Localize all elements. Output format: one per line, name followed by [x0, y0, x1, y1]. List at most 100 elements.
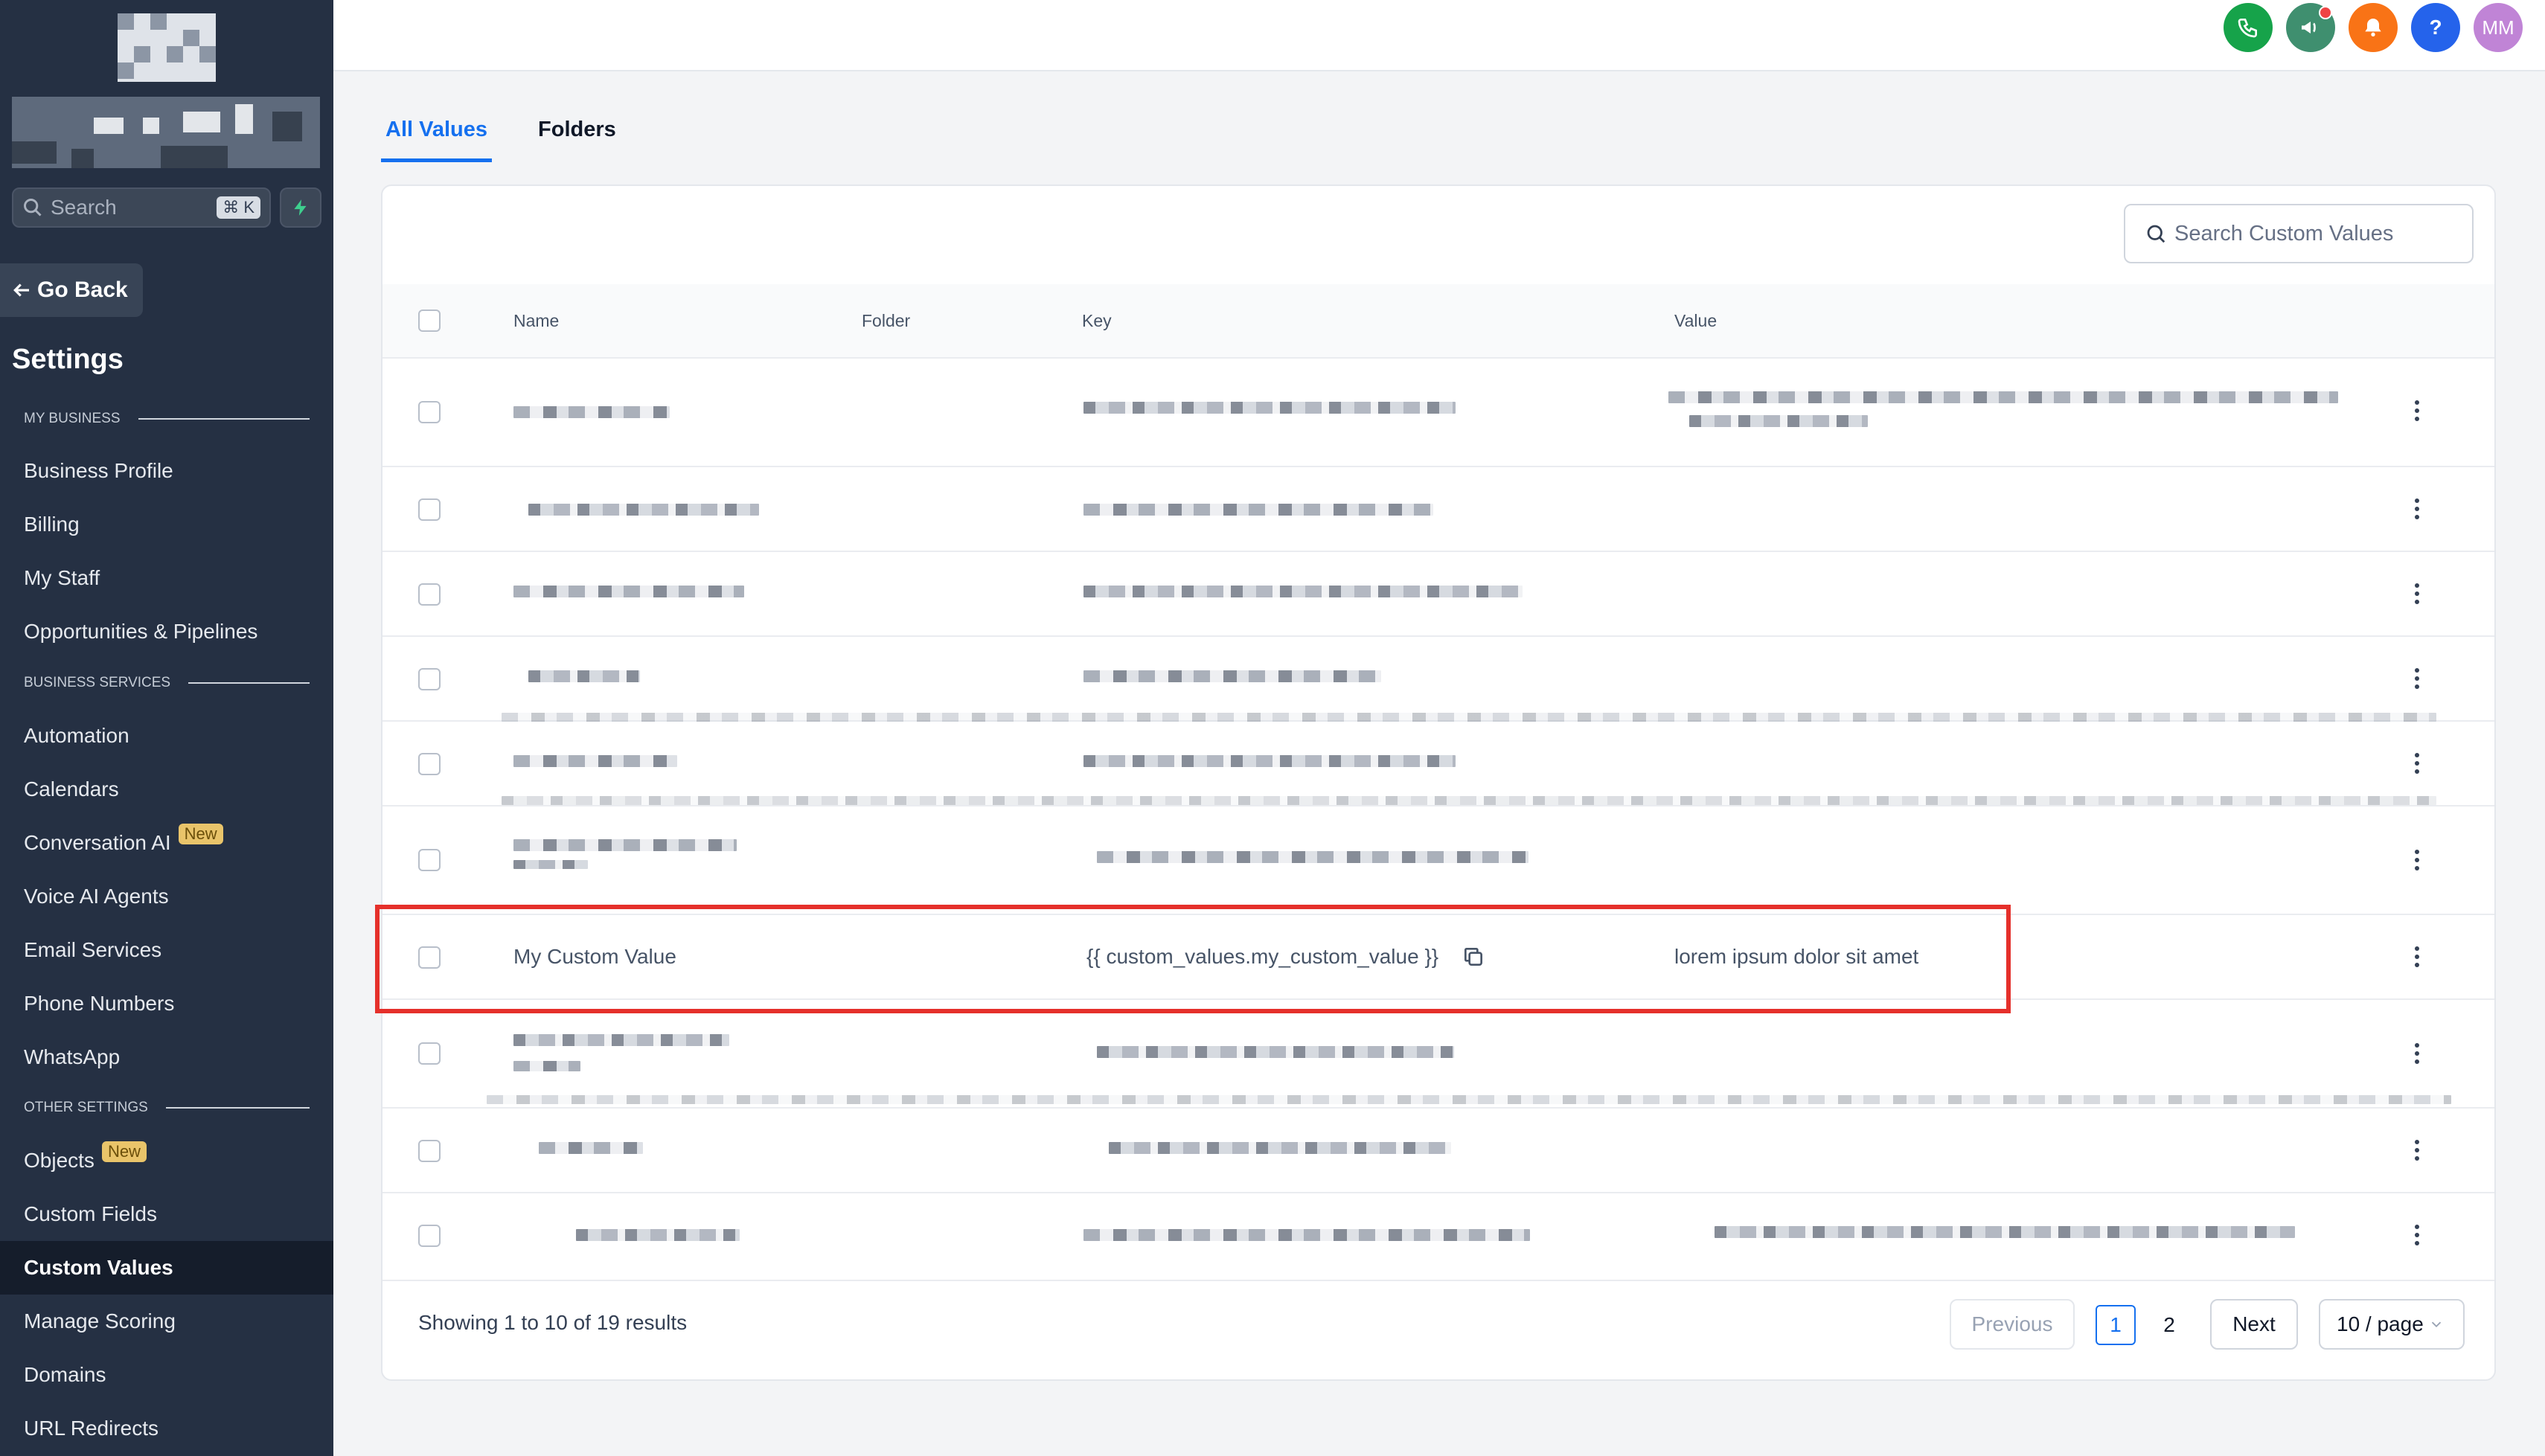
sidebar-item-custom-values[interactable]: Custom Values: [0, 1241, 333, 1295]
row-checkbox[interactable]: [418, 401, 441, 423]
table-row[interactable]: [382, 1000, 2494, 1109]
custom-values-card: Search Custom Values Name Folder Key Val…: [381, 185, 2496, 1381]
row-actions-menu[interactable]: [2414, 583, 2420, 607]
redacted-key: [1083, 1229, 1530, 1241]
row-checkbox[interactable]: [418, 583, 441, 606]
table-row[interactable]: [382, 552, 2494, 637]
row-actions-menu[interactable]: [2414, 850, 2420, 873]
row-actions-menu[interactable]: [2414, 668, 2420, 692]
search-icon: [24, 199, 42, 217]
previous-page-button[interactable]: Previous: [1950, 1299, 2075, 1350]
table-row[interactable]: [382, 1193, 2494, 1278]
sidebar-item-opportunities[interactable]: Opportunities & Pipelines: [0, 605, 333, 658]
sidebar-item-business-profile[interactable]: Business Profile: [0, 444, 333, 498]
tab-folders[interactable]: Folders: [534, 112, 621, 162]
sidebar-item-domains[interactable]: Domains: [0, 1348, 333, 1402]
column-folder: Folder: [862, 311, 911, 330]
section-business-services: BUSINESS SERVICES: [24, 675, 310, 691]
row-checkbox[interactable]: [418, 498, 441, 521]
sidebar-search[interactable]: Search ⌘ K: [12, 187, 271, 228]
redacted-overflow: [502, 713, 2436, 722]
row-checkbox[interactable]: [418, 1140, 441, 1162]
row-actions-menu[interactable]: [2414, 1225, 2420, 1248]
row-actions-menu[interactable]: [2414, 946, 2420, 970]
page-size-select[interactable]: 10 / page: [2319, 1299, 2465, 1350]
redacted-name: [528, 504, 759, 516]
table-row[interactable]: [382, 1109, 2494, 1193]
redacted-key: [1083, 586, 1523, 597]
redacted-name: [513, 755, 677, 767]
redacted-name: [528, 670, 640, 682]
search-icon: [2147, 225, 2165, 243]
redacted-name: [513, 860, 588, 869]
tab-all-values[interactable]: All Values: [381, 112, 493, 162]
redacted-name: [513, 1034, 729, 1046]
select-all-checkbox[interactable]: [418, 310, 441, 332]
redacted-key: [1097, 851, 1528, 863]
row-actions-menu[interactable]: [2414, 498, 2420, 522]
search-shortcut-badge: ⌘ K: [217, 196, 260, 219]
row-checkbox[interactable]: [418, 849, 441, 871]
arrow-left-icon: [13, 283, 29, 297]
go-back-button[interactable]: Go Back: [0, 263, 143, 317]
sidebar-item-url-redirects[interactable]: URL Redirects: [0, 1402, 333, 1455]
top-bar: ? MM: [333, 0, 2545, 71]
table-row[interactable]: [382, 806, 2494, 915]
table-row[interactable]: [382, 722, 2494, 806]
phone-icon: [2238, 19, 2257, 38]
user-avatar[interactable]: MM: [2474, 3, 2523, 52]
results-summary: Showing 1 to 10 of 19 results: [418, 1311, 688, 1334]
sidebar-item-whatsapp[interactable]: WhatsApp: [0, 1030, 333, 1084]
row-checkbox[interactable]: [418, 753, 441, 775]
row-actions-menu[interactable]: [2414, 1140, 2420, 1164]
redacted-value: [1715, 1226, 2295, 1238]
sidebar-item-label: Conversation AI: [24, 831, 171, 854]
announcements-button[interactable]: [2286, 3, 2335, 52]
page-2-button[interactable]: 2: [2149, 1305, 2189, 1345]
new-badge: New: [101, 1141, 147, 1162]
table-row[interactable]: [382, 637, 2494, 722]
bell-icon: [2365, 19, 2381, 36]
row-checkbox[interactable]: [418, 1042, 441, 1065]
redacted-key: [1097, 1046, 1454, 1058]
sidebar-item-custom-fields[interactable]: Custom Fields: [0, 1187, 333, 1241]
quick-action-button[interactable]: [280, 187, 321, 228]
table-row[interactable]: [382, 467, 2494, 552]
sidebar-item-billing[interactable]: Billing: [0, 498, 333, 551]
next-page-button[interactable]: Next: [2210, 1299, 2298, 1350]
phone-button[interactable]: [2224, 3, 2273, 52]
sidebar-item-my-staff[interactable]: My Staff: [0, 551, 333, 605]
row-actions-menu[interactable]: [2414, 400, 2420, 424]
sidebar-item-phone-numbers[interactable]: Phone Numbers: [0, 977, 333, 1030]
row-checkbox[interactable]: [418, 668, 441, 690]
row-checkbox[interactable]: [418, 1225, 441, 1247]
new-badge: New: [178, 824, 223, 844]
table-row[interactable]: [382, 359, 2494, 467]
sidebar-item-conversation-ai[interactable]: Conversation AI New: [0, 816, 333, 870]
sidebar-item-objects[interactable]: Objects New: [0, 1134, 333, 1187]
sidebar-item-calendars[interactable]: Calendars: [0, 763, 333, 816]
company-name-pixelated: [12, 97, 320, 168]
page-1-button[interactable]: 1: [2096, 1305, 2136, 1345]
redacted-value: [1668, 391, 2338, 403]
row-actions-menu[interactable]: [2414, 1043, 2420, 1067]
sidebar-item-automation[interactable]: Automation: [0, 709, 333, 763]
row-actions-menu[interactable]: [2414, 753, 2420, 777]
redacted-overflow: [502, 796, 2436, 805]
redacted-value: [1689, 415, 1868, 427]
sidebar-item-voice-ai-agents[interactable]: Voice AI Agents: [0, 870, 333, 923]
notifications-button[interactable]: [2349, 3, 2398, 52]
sidebar-item-manage-scoring[interactable]: Manage Scoring: [0, 1295, 333, 1348]
redacted-name: [513, 586, 744, 597]
redacted-name: [539, 1142, 643, 1154]
page-size-value: 10 / page: [2337, 1312, 2424, 1335]
help-button[interactable]: ?: [2411, 3, 2460, 52]
sidebar-item-label: Objects: [24, 1149, 95, 1172]
highlight-annotation-box: [375, 905, 2011, 1013]
redacted-key: [1109, 1142, 1451, 1154]
search-custom-values-input[interactable]: Search Custom Values: [2124, 204, 2474, 263]
column-value: Value: [1674, 311, 1718, 330]
sidebar-item-email-services[interactable]: Email Services: [0, 923, 333, 977]
notification-dot: [2319, 6, 2332, 19]
redacted-key: [1083, 402, 1456, 414]
